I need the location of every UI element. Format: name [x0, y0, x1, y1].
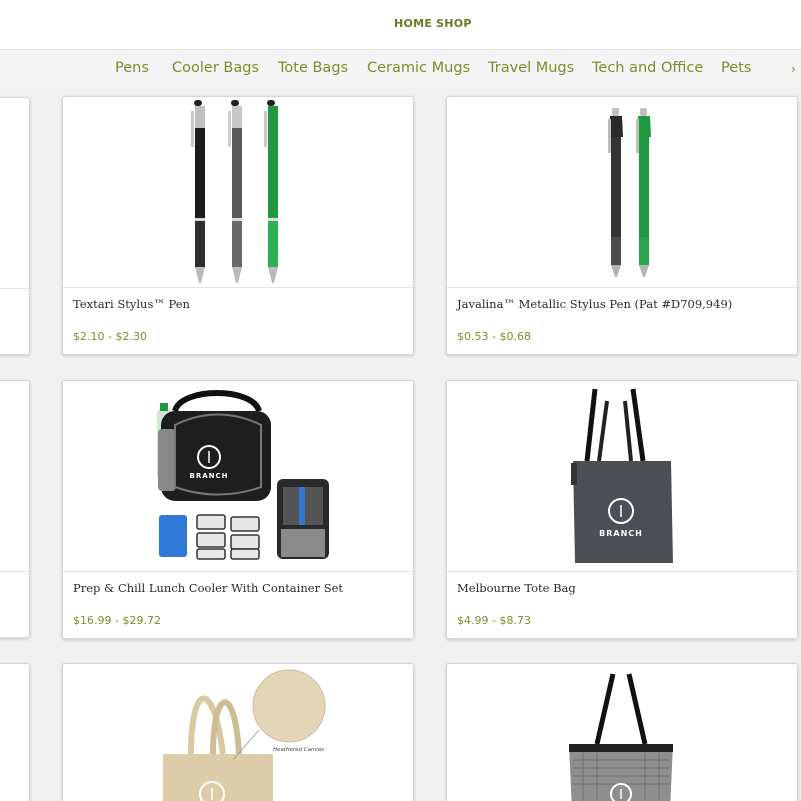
product-card[interactable]: Heathered Canvas — [62, 663, 414, 801]
brand-logo-text: BRANCH — [599, 529, 643, 538]
category-tote-bags[interactable]: Tote Bags — [278, 60, 348, 76]
product-price: $4.99 - $8.73 — [457, 614, 531, 627]
image-annotation: Heathered Canvas — [273, 747, 324, 753]
chevron-right-icon[interactable]: › — [791, 62, 796, 76]
product-card[interactable]: BRANCH Prep & Chill Lunch Cooler With Co… — [62, 380, 414, 639]
product-title[interactable]: Javalina™ Metallic Stylus Pen (Pat #D709… — [457, 297, 732, 311]
product-card-partial[interactable] — [0, 97, 30, 355]
product-card[interactable]: BRANCH Melbourne Tote Bag $4.99 - $8.73 — [446, 380, 798, 639]
product-price: $16.99 - $29.72 — [73, 614, 161, 627]
nav-shop-link[interactable]: SHOP — [436, 17, 472, 30]
product-image[interactable]: Heathered Canvas — [63, 664, 413, 801]
top-navigation: HOME SHOP — [0, 0, 801, 50]
product-card-partial[interactable] — [0, 380, 30, 638]
product-price: $0.53 - $0.68 — [457, 330, 531, 343]
nav-home-link[interactable]: HOME — [394, 17, 432, 30]
product-card[interactable]: Textari Stylus™ Pen $2.10 - $2.30 — [62, 96, 414, 355]
category-ceramic-mugs[interactable]: Ceramic Mugs — [367, 60, 470, 76]
product-card[interactable]: Javalina™ Metallic Stylus Pen (Pat #D709… — [446, 96, 798, 355]
brand-logo-text: BRANCH — [190, 472, 229, 480]
category-bar: Pens Cooler Bags Tote Bags Ceramic Mugs … — [0, 50, 801, 88]
product-card[interactable] — [446, 663, 798, 801]
category-cooler-bags[interactable]: Cooler Bags — [172, 60, 259, 76]
product-title[interactable]: Melbourne Tote Bag — [457, 581, 576, 595]
product-image[interactable] — [447, 664, 797, 801]
product-title[interactable]: Textari Stylus™ Pen — [73, 297, 190, 311]
product-title[interactable]: Prep & Chill Lunch Cooler With Container… — [73, 581, 343, 595]
category-travel-mugs[interactable]: Travel Mugs — [488, 60, 574, 76]
product-image[interactable]: BRANCH — [447, 381, 797, 571]
product-image[interactable]: BRANCH — [63, 381, 413, 571]
category-pens[interactable]: Pens — [115, 60, 149, 76]
category-tech-and-office[interactable]: Tech and Office — [592, 60, 703, 76]
product-price: $2.10 - $2.30 — [73, 330, 147, 343]
category-pets[interactable]: Pets — [721, 60, 751, 76]
product-image[interactable] — [63, 97, 413, 287]
product-card-partial[interactable] — [0, 663, 30, 801]
product-image[interactable] — [447, 97, 797, 287]
